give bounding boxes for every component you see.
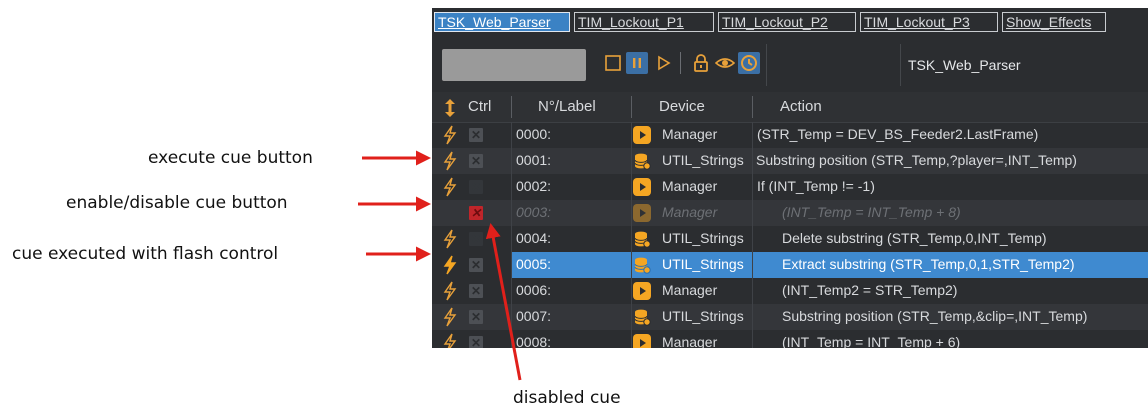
arrow-disabled-cue — [485, 223, 522, 381]
annotation-arrows — [358, 150, 522, 381]
